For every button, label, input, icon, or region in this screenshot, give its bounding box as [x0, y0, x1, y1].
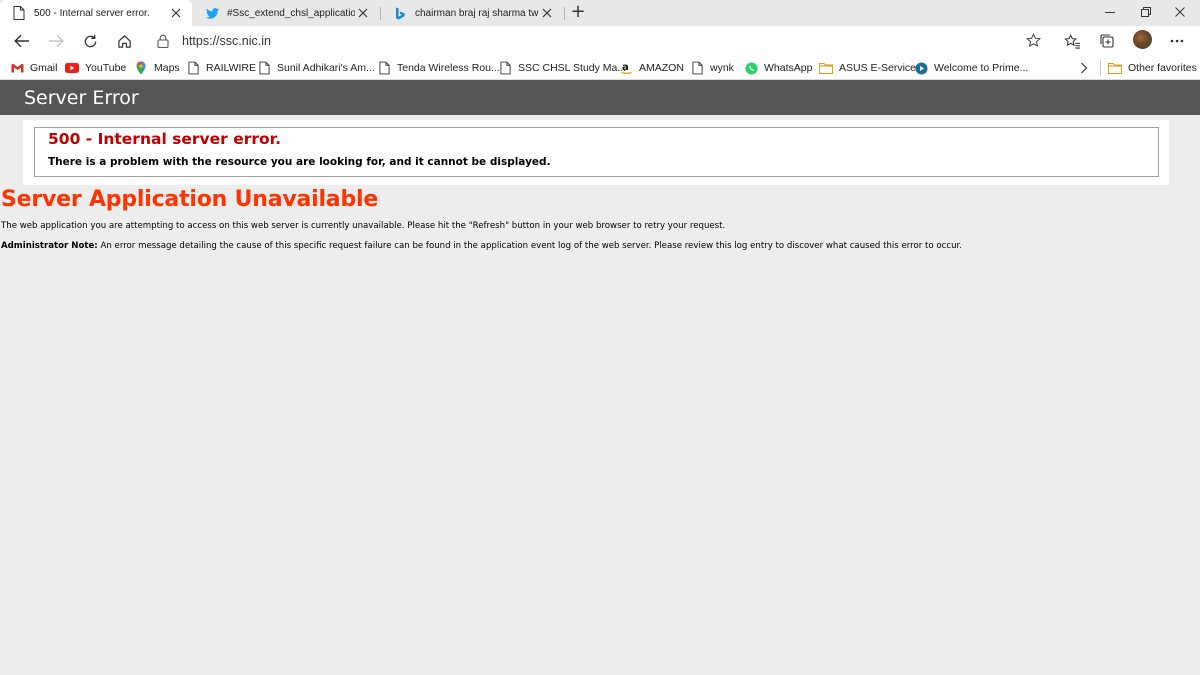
favorite-amazon[interactable]: a AMAZON [619, 59, 684, 77]
address-bar[interactable]: https://ssc.nic.in [148, 28, 1050, 53]
folder-icon [819, 61, 833, 75]
tab-ssc-extend-chsl[interactable]: #Ssc_extend_chsl_application_da [193, 0, 379, 26]
favorite-tenda-wireless[interactable]: Tenda Wireless Rou... [377, 59, 500, 77]
favorite-label: Gmail [30, 62, 58, 74]
youtube-icon [65, 61, 79, 75]
favorite-sunil-adhikari[interactable]: Sunil Adhikari's Am... [257, 59, 375, 77]
forward-arrow-icon [49, 34, 64, 48]
tab-separator [564, 7, 565, 20]
twitter-icon [205, 6, 219, 20]
error-title: 500 - Internal server error. [48, 130, 281, 148]
favorite-label: SSC CHSL Study Ma... [518, 62, 627, 74]
error-description: There is a problem with the resource you… [48, 156, 551, 168]
gmail-icon [10, 61, 24, 75]
more-dots-icon [1170, 39, 1184, 43]
bing-icon [393, 6, 407, 20]
favorite-whatsapp[interactable]: WhatsApp [744, 59, 812, 77]
page-icon [257, 61, 271, 75]
close-icon [1175, 7, 1185, 17]
forward-button[interactable] [44, 29, 68, 53]
tab-chairman-search[interactable]: chairman braj raj sharma twitter [381, 0, 563, 26]
minimize-button[interactable] [1090, 0, 1130, 24]
page-icon [186, 61, 200, 75]
server-error-header: Server Error [0, 80, 1200, 115]
error-content-box: 500 - Internal server error. There is a … [23, 120, 1169, 185]
close-tab-icon[interactable] [355, 5, 371, 21]
page-icon [377, 61, 391, 75]
favorite-label: Tenda Wireless Rou... [397, 62, 500, 74]
favorite-label: ASUS E-Service [839, 62, 917, 74]
tab-title: 500 - Internal server error. [34, 7, 150, 19]
folder-icon [1108, 61, 1122, 75]
whatsapp-icon [744, 61, 758, 75]
collections-icon [1100, 34, 1114, 48]
favorite-label: Maps [154, 62, 180, 74]
favorite-asus-eservice[interactable]: ASUS E-Service [819, 59, 916, 77]
amazon-icon: a [619, 61, 633, 75]
favorite-ssc-chsl-study[interactable]: SSC CHSL Study Ma... [498, 59, 626, 77]
page-content: Server Error 500 - Internal server error… [0, 80, 1200, 675]
refresh-icon [84, 34, 96, 47]
svg-text:a: a [622, 62, 629, 73]
back-arrow-icon [14, 34, 29, 48]
favorites-bar: Gmail YouTube Maps RAILWIRE Sunil Adhika… [0, 55, 1200, 80]
favorite-label: YouTube [85, 62, 127, 74]
other-favorites[interactable]: Other favorites [1108, 59, 1197, 77]
favorites-button[interactable] [1061, 30, 1083, 52]
page-icon [12, 6, 26, 20]
home-button[interactable] [112, 29, 136, 53]
favorite-label: RAILWIRE [206, 62, 256, 74]
favorite-label: Welcome to Prime... [934, 62, 1029, 74]
restore-icon [1141, 7, 1151, 17]
page-icon [690, 61, 704, 75]
close-tab-icon[interactable] [168, 5, 184, 21]
error-fieldset: 500 - Internal server error. There is a … [34, 127, 1159, 177]
favorite-wynk[interactable]: wynk [690, 59, 734, 77]
favorite-youtube[interactable]: YouTube [65, 59, 126, 77]
favorite-label: AMAZON [639, 62, 684, 74]
other-favorites-label: Other favorites [1128, 62, 1197, 74]
refresh-button[interactable] [78, 29, 102, 53]
home-icon [117, 34, 131, 48]
admin-note-text: An error message detailing the cause of … [97, 241, 963, 251]
tab-internal-server-error[interactable]: 500 - Internal server error. [0, 0, 192, 26]
administrator-note: Administrator Note: An error message det… [1, 241, 962, 251]
favorites-overflow-chevron[interactable] [1080, 59, 1088, 77]
back-button[interactable] [10, 29, 34, 53]
favorite-railwire[interactable]: RAILWIRE [186, 59, 256, 77]
favorite-maps[interactable]: Maps [134, 59, 180, 77]
tab-strip: 500 - Internal server error. #Ssc_extend… [0, 0, 1200, 26]
favorite-welcome-prime[interactable]: Welcome to Prime... [914, 59, 1028, 77]
page-title: Server Error [24, 87, 139, 109]
minimize-icon [1105, 12, 1115, 13]
tab-separator [1100, 58, 1101, 78]
app-unavailable-title: Server Application Unavailable [1, 187, 379, 212]
tab-title: #Ssc_extend_chsl_application_da [227, 7, 355, 19]
favorite-label: Sunil Adhikari's Am... [277, 62, 375, 74]
favorite-gmail[interactable]: Gmail [10, 59, 57, 77]
browser-toolbar: https://ssc.nic.in [0, 26, 1200, 55]
settings-menu-button[interactable] [1166, 30, 1188, 52]
page-icon [498, 61, 512, 75]
chevron-right-icon [1081, 62, 1088, 74]
profile-avatar[interactable] [1133, 30, 1152, 49]
maps-pin-icon [134, 61, 148, 75]
tab-title: chairman braj raj sharma twitter [415, 7, 539, 19]
play-circle-icon [914, 61, 928, 75]
close-window-button[interactable] [1160, 0, 1200, 24]
unavailable-paragraph: The web application you are attempting t… [1, 221, 726, 231]
close-tab-icon[interactable] [539, 5, 555, 21]
add-favorite-star-icon[interactable] [1026, 32, 1042, 49]
favorite-label: wynk [710, 62, 734, 74]
lock-icon[interactable] [157, 34, 171, 48]
admin-note-label: Administrator Note: [1, 241, 98, 251]
collections-button[interactable] [1096, 30, 1118, 52]
url-text[interactable]: https://ssc.nic.in [182, 34, 271, 48]
favorite-label: WhatsApp [764, 62, 813, 74]
favorites-star-list-icon [1063, 33, 1080, 49]
new-tab-button[interactable]: + [568, 3, 588, 22]
